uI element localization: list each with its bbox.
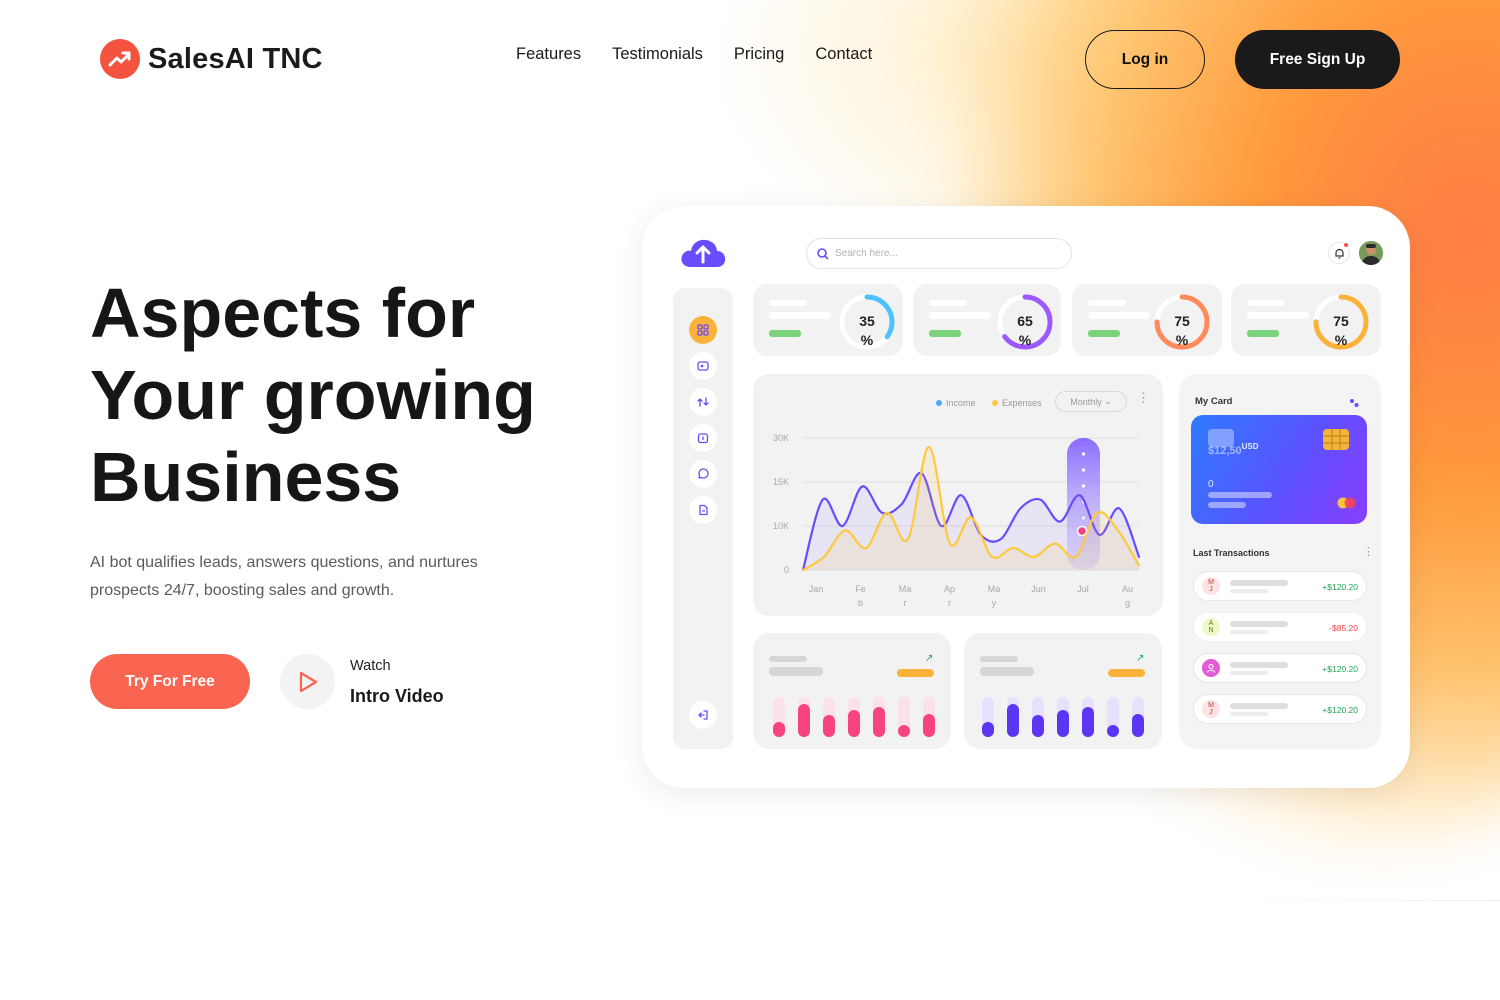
x-tick-label: Au (1122, 584, 1133, 594)
calendar-icon[interactable] (689, 424, 717, 452)
x-tick-label-wrap: y (992, 598, 997, 608)
y-tick-label: 10K (773, 521, 789, 531)
x-tick-label: Ma (988, 584, 1001, 594)
transaction-amount: -$85.20 (1329, 623, 1358, 633)
my-card-panel: My Card $12,50USD 0 Last Transactions ⋮ (1179, 374, 1381, 749)
y-tick-label: 0 (784, 565, 789, 575)
dashboard-sidebar (673, 288, 733, 749)
mini-bar-chart (773, 697, 935, 737)
x-tick-label: Jul (1077, 584, 1089, 594)
chat-icon[interactable] (689, 460, 717, 488)
avatar: M J (1202, 700, 1220, 718)
brand-logo[interactable]: SalesAI TNC (100, 39, 323, 79)
card-line (1208, 492, 1272, 498)
document-icon[interactable] (689, 496, 717, 524)
y-tick-label: 30K (773, 433, 789, 443)
dashboard-preview: Search here... 35 % 65 % 75 % 75 % Incom… (642, 206, 1410, 788)
highlight-dot (1081, 452, 1086, 456)
avatar: M J (1202, 577, 1220, 595)
hero-title-line: Business (90, 438, 402, 516)
transaction-amount: +$120.20 (1322, 582, 1358, 592)
mastercard-icon (1337, 496, 1357, 509)
stat-value: 75% (1174, 313, 1190, 348)
stat-card: 35% (753, 284, 903, 356)
user-icon (1207, 664, 1215, 673)
card-line (1208, 502, 1246, 508)
avatar: A N (1202, 618, 1220, 636)
transaction-item[interactable]: M J +$120.20 (1193, 694, 1367, 724)
main-nav: Features Testimonials Pricing Contact (516, 45, 872, 64)
y-tick-label: 15K (773, 477, 789, 487)
logout-icon[interactable] (689, 701, 717, 729)
card-number: 0 (1208, 479, 1214, 490)
avatar (1202, 659, 1220, 677)
nav-features[interactable]: Features (516, 45, 581, 64)
mini-bar-card: ↗ (753, 633, 951, 749)
intro-video-link[interactable]: Intro Video (350, 686, 444, 707)
x-tick-label-wrap: r (904, 598, 907, 608)
card-chip-icon (1323, 429, 1349, 450)
highlight-dot (1081, 468, 1086, 472)
watch-label: Watch (350, 658, 391, 674)
stat-value: 35% (859, 313, 875, 348)
nav-contact[interactable]: Contact (815, 45, 872, 64)
transactions-title: Last Transactions (1193, 548, 1270, 558)
trend-up-icon (100, 39, 140, 79)
x-tick-label-wrap: g (1125, 598, 1130, 608)
hero-title: Aspects for Your growing Business (90, 272, 610, 518)
search-icon (817, 247, 829, 260)
x-tick-label-wrap: b (858, 598, 863, 608)
transaction-amount: +$120.20 (1322, 664, 1358, 674)
transaction-item[interactable]: +$120.20 (1193, 653, 1367, 683)
play-icon (299, 671, 317, 692)
stat-card: 65% (913, 284, 1061, 356)
transaction-item[interactable]: A N -$85.20 (1193, 612, 1367, 642)
wallet-icon[interactable] (689, 352, 717, 380)
nav-pricing[interactable]: Pricing (734, 45, 784, 64)
mini-bar-chart (982, 697, 1144, 737)
x-tick-label: Jun (1031, 584, 1046, 594)
login-button[interactable]: Log in (1085, 30, 1205, 89)
highlight-dot (1081, 484, 1086, 488)
x-tick-label: Ma (899, 584, 912, 594)
hero-title-line: Your growing (90, 356, 536, 434)
x-tick-label-wrap: r (948, 598, 951, 608)
transaction-amount: +$120.20 (1322, 705, 1358, 715)
x-tick-label: Jan (809, 584, 824, 594)
cloud-upload-icon (679, 238, 727, 273)
stat-card: 75% (1231, 284, 1381, 356)
try-free-button[interactable]: Try For Free (90, 654, 250, 709)
stat-value: 75% (1333, 313, 1349, 348)
more-icon[interactable]: ⋮ (1363, 547, 1374, 558)
highlight-point (1076, 525, 1088, 537)
dashboard-search-input[interactable]: Search here... (806, 238, 1072, 269)
hero-title-line: Aspects for (90, 274, 476, 352)
section-divider (1200, 900, 1500, 901)
income-expenses-chart: Income Expenses Monthly ⌄ ⋮ 0 10K 15K 30K Ja… (753, 374, 1163, 616)
x-tick-label: Ap (944, 584, 955, 594)
line-chart-svg: 0 10K 15K 30K Jan Fe b Ma r Ap r Ma y Jun Jul Au g (773, 433, 1141, 608)
nav-testimonials[interactable]: Testimonials (612, 45, 703, 64)
transaction-item[interactable]: M J +$120.20 (1193, 571, 1367, 601)
notification-dot (1344, 243, 1348, 247)
stat-value: 65% (1017, 313, 1033, 348)
mini-bar-card: ↗ (964, 633, 1162, 749)
transfer-icon[interactable] (689, 388, 717, 416)
grid-icon[interactable] (689, 316, 717, 344)
my-card-title: My Card (1195, 396, 1233, 407)
card-options-icon[interactable] (1349, 395, 1359, 407)
signup-button[interactable]: Free Sign Up (1235, 30, 1400, 89)
brand-name: SalesAI TNC (148, 42, 323, 75)
x-tick-label: Fe (855, 584, 866, 594)
avatar[interactable] (1359, 241, 1383, 265)
credit-card[interactable]: $12,50USD 0 (1191, 415, 1367, 524)
hero-description: AI bot qualifies leads, answers question… (90, 554, 478, 599)
stat-card: 75% (1072, 284, 1222, 356)
bell-icon[interactable] (1328, 242, 1350, 264)
play-video-button[interactable] (280, 654, 335, 709)
search-placeholder: Search here... (835, 248, 898, 259)
card-balance: $12,50USD (1208, 442, 1259, 457)
